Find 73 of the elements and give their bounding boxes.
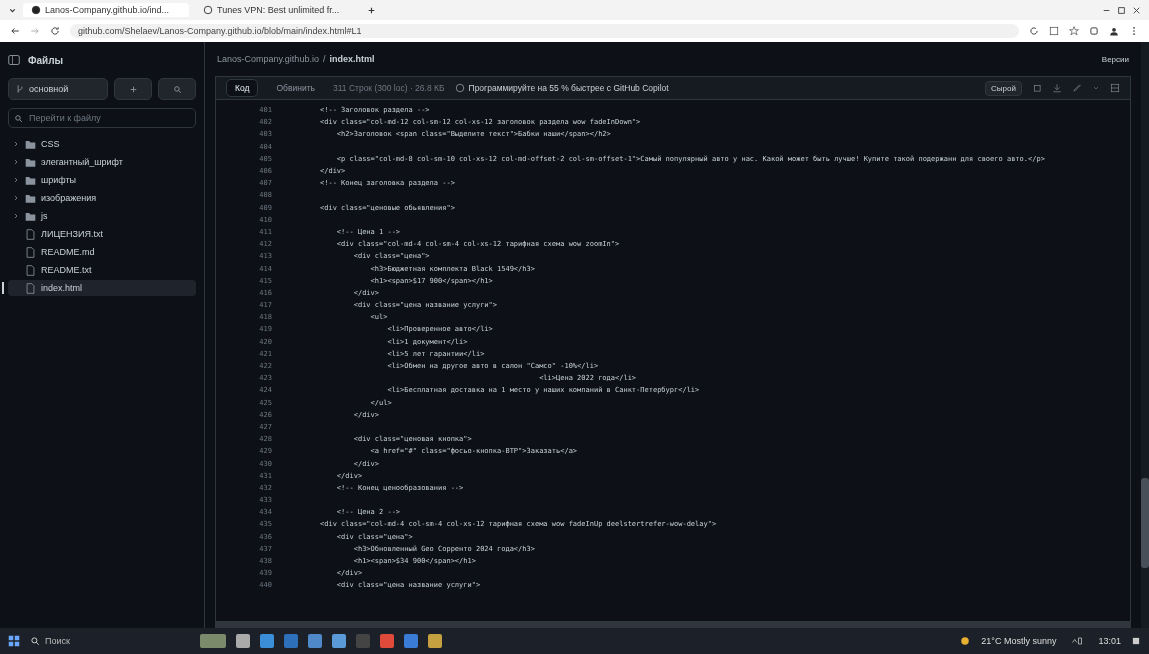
repo-link[interactable]: Lanos-Company.github.io <box>217 54 319 64</box>
chevron-icon <box>12 158 20 166</box>
file-icon <box>25 228 36 240</box>
add-file-button[interactable] <box>114 78 152 100</box>
plus-icon <box>367 5 376 15</box>
file-tree-item[interactable]: изображения <box>8 190 196 206</box>
reload-icon <box>50 26 60 36</box>
file-tree-item[interactable]: README.md <box>8 244 196 260</box>
search-button[interactable] <box>158 78 196 100</box>
taskbar-app-icon[interactable] <box>260 634 274 648</box>
search-icon <box>14 114 23 123</box>
scrollbar-thumb[interactable] <box>1141 478 1149 568</box>
chevron-icon <box>12 194 20 202</box>
close-icon <box>1132 5 1141 15</box>
caret-icon <box>1092 84 1100 92</box>
address-bar[interactable]: github.com/Shelaev/Lanos-Company.github.io/blob/main/index.html#L1 <box>70 24 1019 38</box>
folder-icon <box>25 156 36 168</box>
history-button[interactable]: Версии <box>1101 54 1129 64</box>
weather-icon <box>959 635 972 647</box>
taskbar-app-icon[interactable] <box>380 634 394 648</box>
maximize-icon <box>1117 5 1126 15</box>
plus-icon <box>128 84 138 94</box>
file-tree-item[interactable]: элегантный_шрифт <box>8 154 196 170</box>
file-info: 311 Строк (300 loc) · 26.8 КБ <box>332 83 445 93</box>
clock: 13:01 <box>1098 636 1121 646</box>
file-search-field[interactable]: Перейти к файлу <box>8 108 196 128</box>
browser-tab[interactable]: Tunes VPN: Best unlimited fr... <box>195 3 361 17</box>
file-icon <box>25 246 36 258</box>
pencil-icon <box>1072 83 1082 93</box>
taskbar-app-icon[interactable] <box>308 634 322 648</box>
taskbar-app-icon[interactable] <box>404 634 418 648</box>
star-icon <box>1069 26 1079 36</box>
raw-button[interactable]: Сырой <box>985 80 1022 96</box>
refresh-icon <box>1029 26 1039 36</box>
sidebar-title: Файлы <box>28 54 64 66</box>
branch-icon <box>15 84 25 94</box>
back-icon <box>10 26 20 36</box>
copilot-banner[interactable]: Программируйте на 55 % быстрее с GitHub Copilot <box>468 83 669 93</box>
path-separator: / <box>322 54 326 64</box>
chevron-icon <box>12 212 20 220</box>
horizontal-scrollbar[interactable] <box>216 621 1130 627</box>
file-tree-item[interactable]: шрифты <box>8 172 196 188</box>
taskbar-app-icon[interactable] <box>356 634 370 648</box>
taskbar-app-icon[interactable] <box>284 634 298 648</box>
branch-select[interactable]: основной <box>8 78 108 100</box>
folder-icon <box>25 210 36 222</box>
file-icon <box>25 264 36 276</box>
weather-text: 21°C Mostly sunny <box>981 636 1057 646</box>
browser-tab[interactable]: Lanos-Company.github.io/ind... <box>23 3 189 17</box>
windows-icon <box>8 635 20 647</box>
forward-icon <box>30 26 40 36</box>
view-tab[interactable]: Код <box>226 79 259 97</box>
folder-icon <box>25 192 36 204</box>
file-tree-item[interactable]: README.txt <box>8 262 196 278</box>
folder-icon <box>25 138 36 150</box>
file-tree-item[interactable]: CSS <box>8 136 196 152</box>
search-icon <box>30 636 40 646</box>
taskbar-search[interactable]: Поиск <box>30 636 190 646</box>
view-tab[interactable]: Обвинить <box>268 80 323 96</box>
file-tree-item[interactable]: ЛИЦЕНЗИЯ.txt <box>8 226 196 242</box>
folder-icon <box>25 174 36 186</box>
taskbar-app-icon[interactable] <box>236 634 250 648</box>
sidebar-toggle-icon <box>8 54 20 66</box>
chevron-icon <box>12 176 20 184</box>
file-tree-item[interactable]: js <box>8 208 196 224</box>
taskbar-app-icon[interactable] <box>428 634 442 648</box>
profile-icon <box>1109 26 1119 36</box>
search-icon <box>172 84 182 94</box>
taskbar-app-icon[interactable] <box>332 634 346 648</box>
chevron-icon <box>12 140 20 148</box>
file-name: index.html <box>329 54 375 64</box>
file-icon <box>25 282 36 294</box>
download-icon <box>1052 83 1062 93</box>
